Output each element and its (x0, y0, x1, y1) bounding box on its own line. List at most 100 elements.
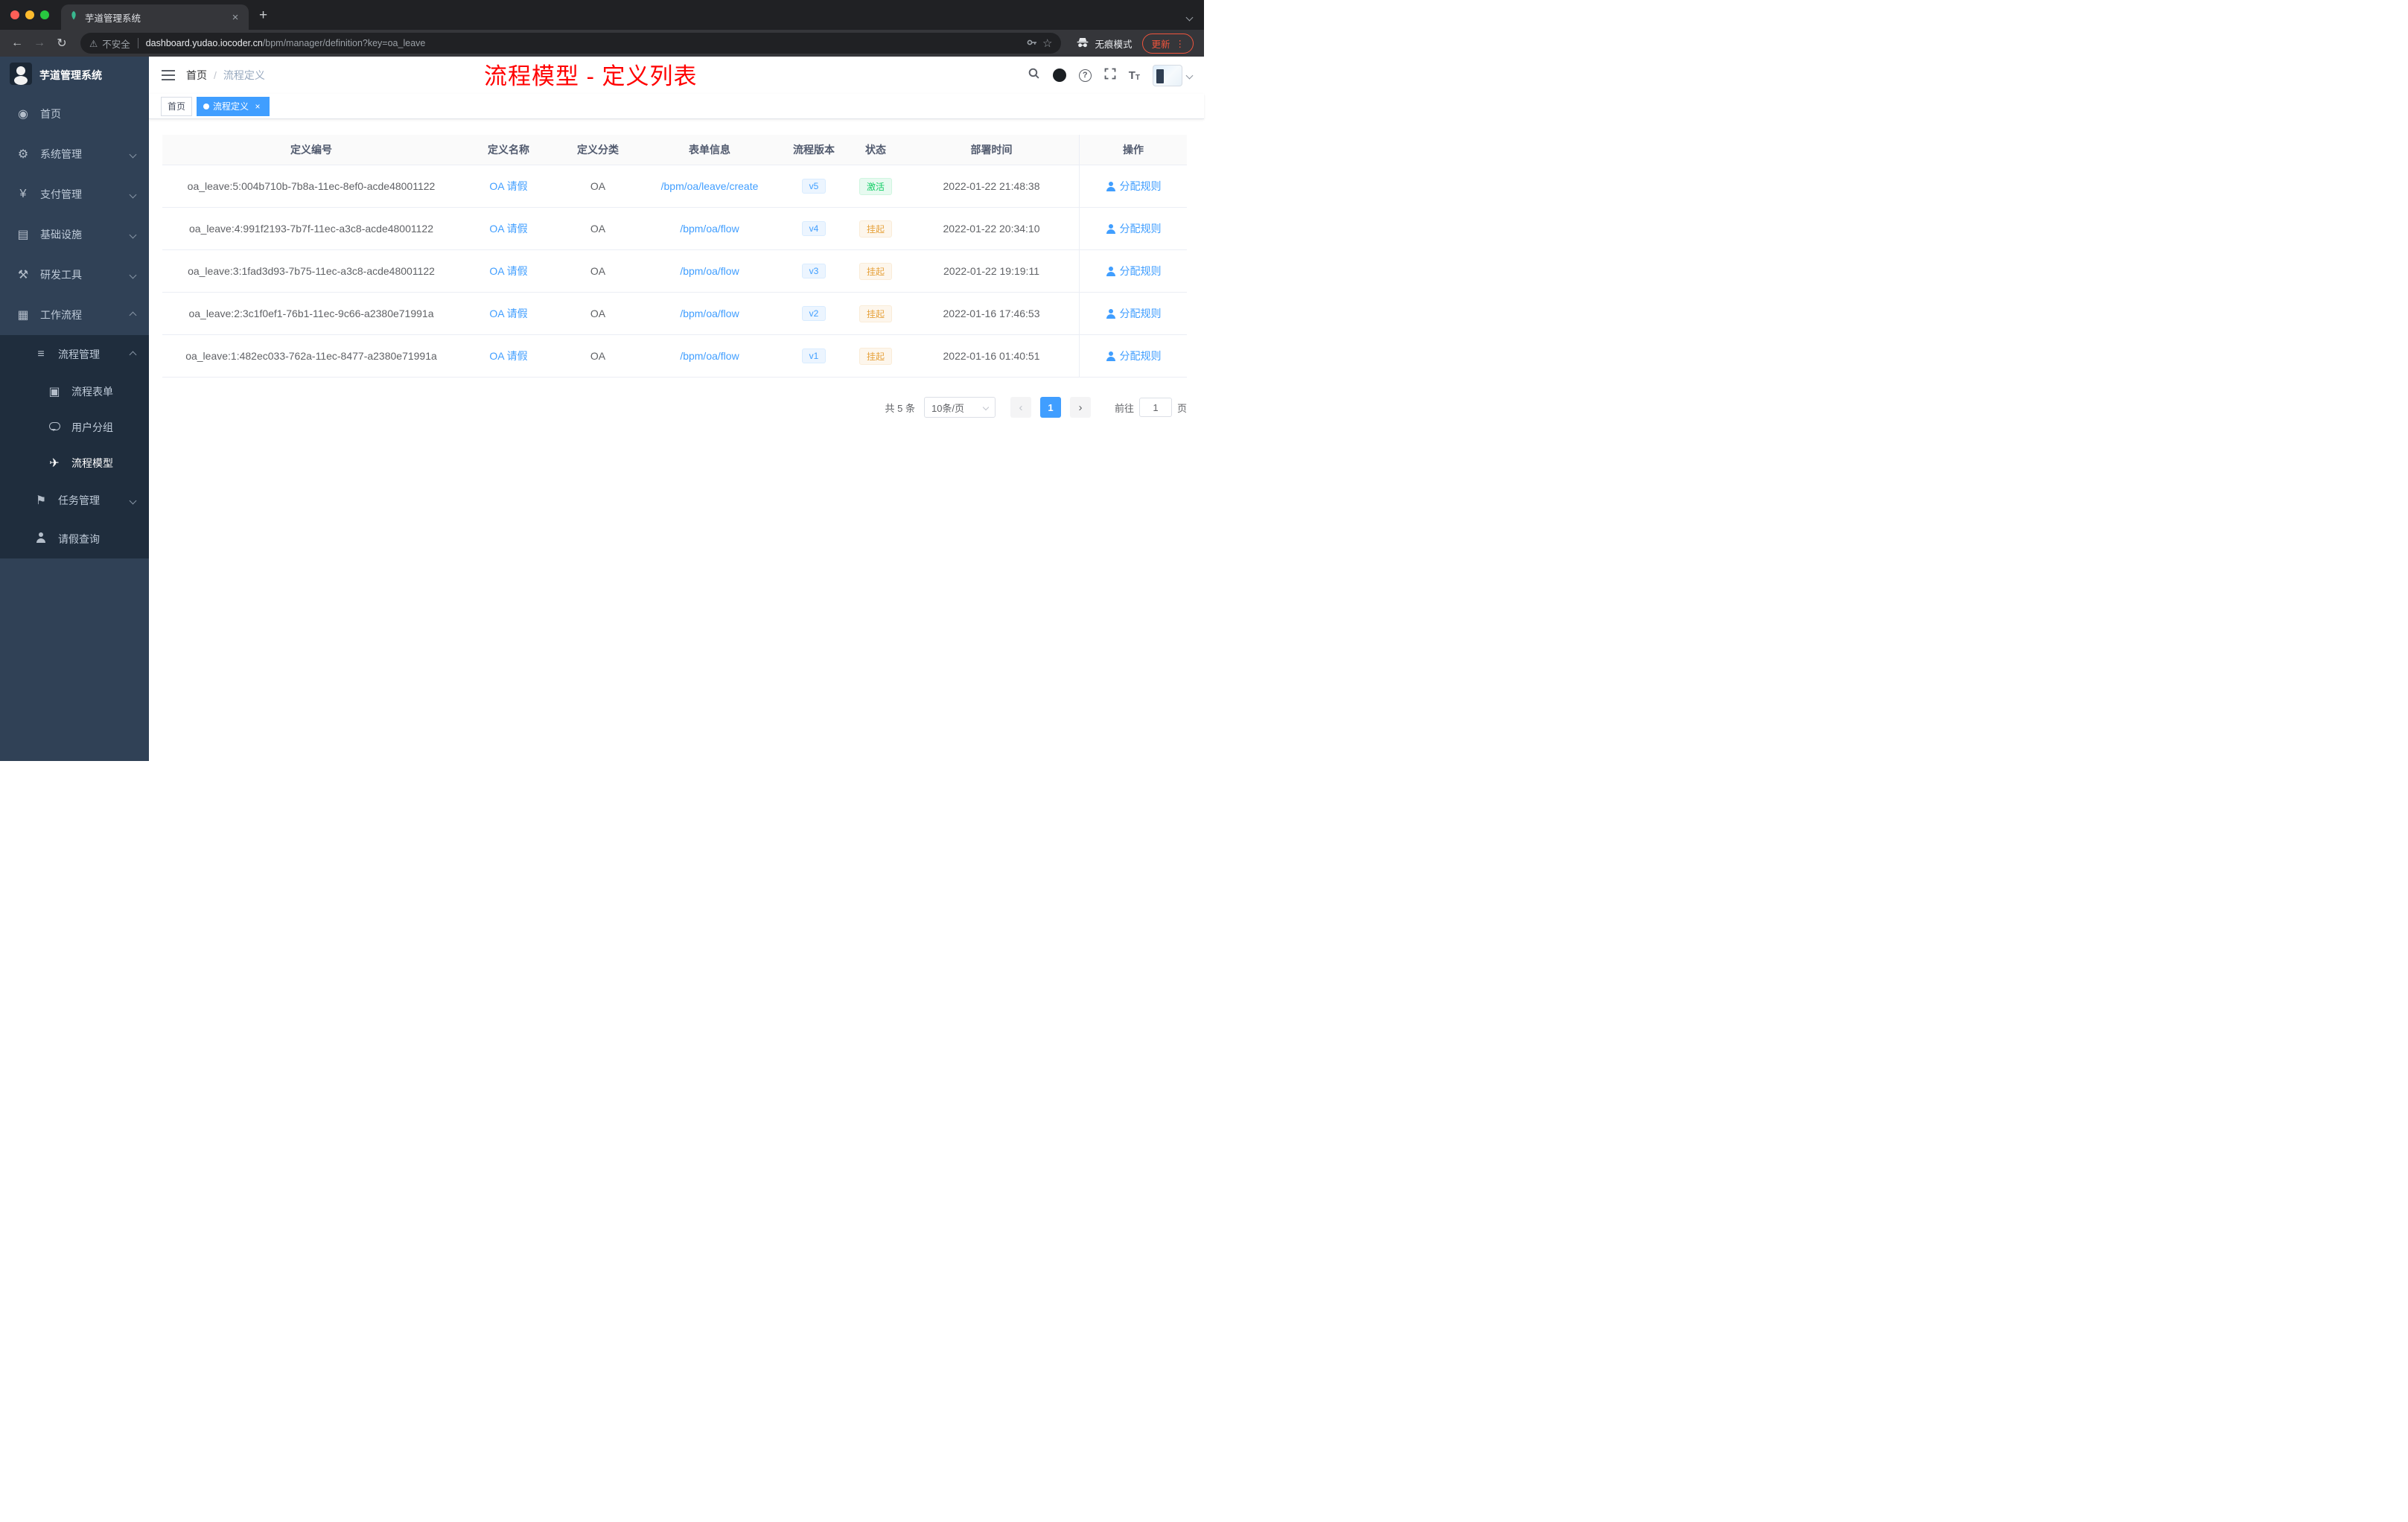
gear-icon: ⚙ (17, 148, 29, 161)
incognito-spy-icon (1076, 36, 1089, 51)
page-content: 定义编号 定义名称 定义分类 表单信息 流程版本 状态 部署时间 操作 oa_l… (149, 119, 1204, 418)
workflow-icon: ▦ (17, 309, 29, 322)
tab-title: 芋道管理系统 (85, 13, 141, 24)
browser-tab[interactable]: 芋道管理系统 × (61, 4, 249, 30)
address-bar[interactable]: ⚠ 不安全 dashboard.yudao.iocoder.cn/bpm/man… (80, 33, 1062, 54)
tag-close-icon[interactable]: × (252, 101, 263, 112)
sidebar-item-payment[interactable]: ¥ 支付管理 (0, 174, 149, 214)
column-header-category: 定义分类 (577, 144, 619, 156)
table-row: oa_leave:4:991f2193-7b7f-11ec-a3c8-acde4… (162, 208, 1187, 250)
assign-rule-link[interactable]: 分配规则 (1106, 306, 1162, 321)
tag-home[interactable]: 首页 (161, 96, 193, 116)
font-size-icon[interactable]: TT (1129, 69, 1140, 82)
chevron-up-icon (129, 351, 137, 358)
browser-menu-icon[interactable]: ⋮ (1176, 38, 1185, 49)
chevron-up-icon (129, 311, 137, 319)
definition-name-link[interactable]: OA 请假 (489, 221, 527, 236)
assign-rule-link[interactable]: 分配规则 (1106, 264, 1162, 278)
avatar[interactable] (1153, 64, 1182, 86)
security-label[interactable]: 不安全 (102, 36, 130, 51)
help-icon[interactable]: ? (1078, 69, 1092, 82)
new-tab-button[interactable]: + (249, 7, 267, 30)
status-badge: 挂起 (859, 305, 892, 322)
forward-button[interactable]: → (30, 36, 49, 50)
user-icon (1106, 181, 1115, 191)
sidebar-toggle-icon[interactable] (161, 69, 176, 82)
github-icon[interactable] (1052, 69, 1066, 82)
form-link[interactable]: /bpm/oa/flow (680, 223, 739, 235)
sidebar-item-devtools[interactable]: ⚒ 研发工具 (0, 255, 149, 295)
chevron-down-icon (982, 404, 990, 411)
minimize-window-button[interactable] (25, 10, 34, 19)
goto-page-input[interactable] (1138, 398, 1172, 417)
assign-rule-link[interactable]: 分配规则 (1106, 179, 1162, 194)
column-header-version: 流程版本 (793, 144, 835, 156)
browser-update-button[interactable]: 更新 ⋮ (1142, 33, 1194, 54)
sidebar-item-process-form[interactable]: ▣ 流程表单 (0, 374, 149, 410)
definition-category: OA (590, 223, 606, 235)
reload-button[interactable]: ↻ (52, 36, 71, 51)
goto-unit: 页 (1176, 402, 1187, 414)
deploy-time: 2022-01-16 01:40:51 (943, 350, 1040, 362)
version-tag: v5 (801, 179, 826, 194)
incognito-badge: 无痕模式 (1076, 36, 1132, 51)
definition-name-link[interactable]: OA 请假 (489, 264, 527, 278)
version-tag: v2 (801, 306, 826, 321)
close-window-button[interactable] (10, 10, 19, 19)
user-icon (1106, 266, 1115, 276)
prev-page-button[interactable]: ‹ (1010, 397, 1031, 418)
sidebar-item-task-management[interactable]: ⚑ 任务管理 (0, 481, 149, 520)
current-page-button[interactable]: 1 (1039, 397, 1061, 418)
chevron-down-icon[interactable] (1185, 71, 1194, 79)
back-button[interactable]: ← (7, 36, 27, 50)
app-title: 芋道管理系统 (39, 69, 102, 81)
sidebar-item-infrastructure[interactable]: ▤ 基础设施 (0, 214, 149, 255)
assign-rule-link[interactable]: 分配规则 (1106, 348, 1162, 363)
form-link[interactable]: /bpm/oa/flow (680, 265, 739, 277)
search-icon[interactable] (1028, 67, 1040, 83)
definition-name-link[interactable]: OA 请假 (489, 306, 527, 321)
breadcrumb-current: 流程定义 (223, 69, 265, 81)
table-row: oa_leave:3:1fad3d93-7b75-11ec-a3c8-acde4… (162, 250, 1187, 293)
deploy-time: 2022-01-16 17:46:53 (943, 308, 1040, 319)
form-link[interactable]: /bpm/oa/leave/create (661, 180, 759, 192)
form-link[interactable]: /bpm/oa/flow (680, 350, 739, 362)
incognito-label: 无痕模式 (1095, 39, 1133, 50)
bookmark-star-icon[interactable]: ☆ (1042, 36, 1052, 50)
column-header-status: 状态 (865, 144, 886, 156)
definition-name-link[interactable]: OA 请假 (489, 348, 527, 363)
column-header-time: 部署时间 (970, 144, 1013, 156)
page-url[interactable]: dashboard.yudao.iocoder.cn/bpm/manager/d… (146, 38, 426, 48)
version-tag: v1 (801, 348, 826, 363)
breadcrumb-home[interactable]: 首页 (186, 68, 207, 83)
sidebar-item-system[interactable]: ⚙ 系统管理 (0, 134, 149, 174)
next-page-button[interactable]: › (1069, 397, 1091, 418)
definition-id: oa_leave:4:991f2193-7b7f-11ec-a3c8-acde4… (189, 223, 433, 235)
sidebar-item-process-management[interactable]: ≡ 流程管理 (0, 335, 149, 374)
sidebar-item-leave-query[interactable]: 请假查询 (0, 520, 149, 558)
sidebar-item-workflow[interactable]: ▦ 工作流程 (0, 295, 149, 335)
password-key-icon[interactable] (1026, 36, 1038, 51)
status-badge: 挂起 (859, 347, 892, 365)
tab-search-icon[interactable] (1185, 10, 1194, 24)
status-badge: 激活 (859, 177, 892, 195)
sidebar-item-user-group[interactable]: 用户分组 (0, 410, 149, 445)
deploy-time: 2022-01-22 19:19:11 (943, 265, 1039, 277)
definition-name-link[interactable]: OA 请假 (489, 179, 527, 194)
sidebar-item-home[interactable]: ◉ 首页 (0, 94, 149, 134)
page-size-select[interactable]: 10条/页 (923, 397, 996, 418)
tag-process-definition[interactable]: 流程定义 × (197, 96, 270, 116)
user-icon (1106, 351, 1115, 361)
tab-close-icon[interactable]: × (229, 11, 241, 24)
fullscreen-icon[interactable] (1104, 68, 1116, 83)
sidebar-item-process-model[interactable]: ✈ 流程模型 (0, 445, 149, 481)
workflow-submenu: ≡ 流程管理 ▣ 流程表单 用户分组 ✈ 流程模型 ⚑ 任务管理 请假查询 (0, 335, 149, 558)
form-link[interactable]: /bpm/oa/flow (680, 308, 739, 319)
assign-rule-link[interactable]: 分配规则 (1106, 221, 1162, 236)
maximize-window-button[interactable] (40, 10, 49, 19)
version-tag: v3 (801, 264, 826, 278)
tags-view: 首页 流程定义 × (149, 94, 1204, 119)
browser-toolbar: ← → ↻ ⚠ 不安全 dashboard.yudao.iocoder.cn/b… (0, 30, 1204, 57)
form-icon: ▣ (48, 386, 60, 398)
definition-id: oa_leave:3:1fad3d93-7b75-11ec-a3c8-acde4… (188, 265, 435, 277)
